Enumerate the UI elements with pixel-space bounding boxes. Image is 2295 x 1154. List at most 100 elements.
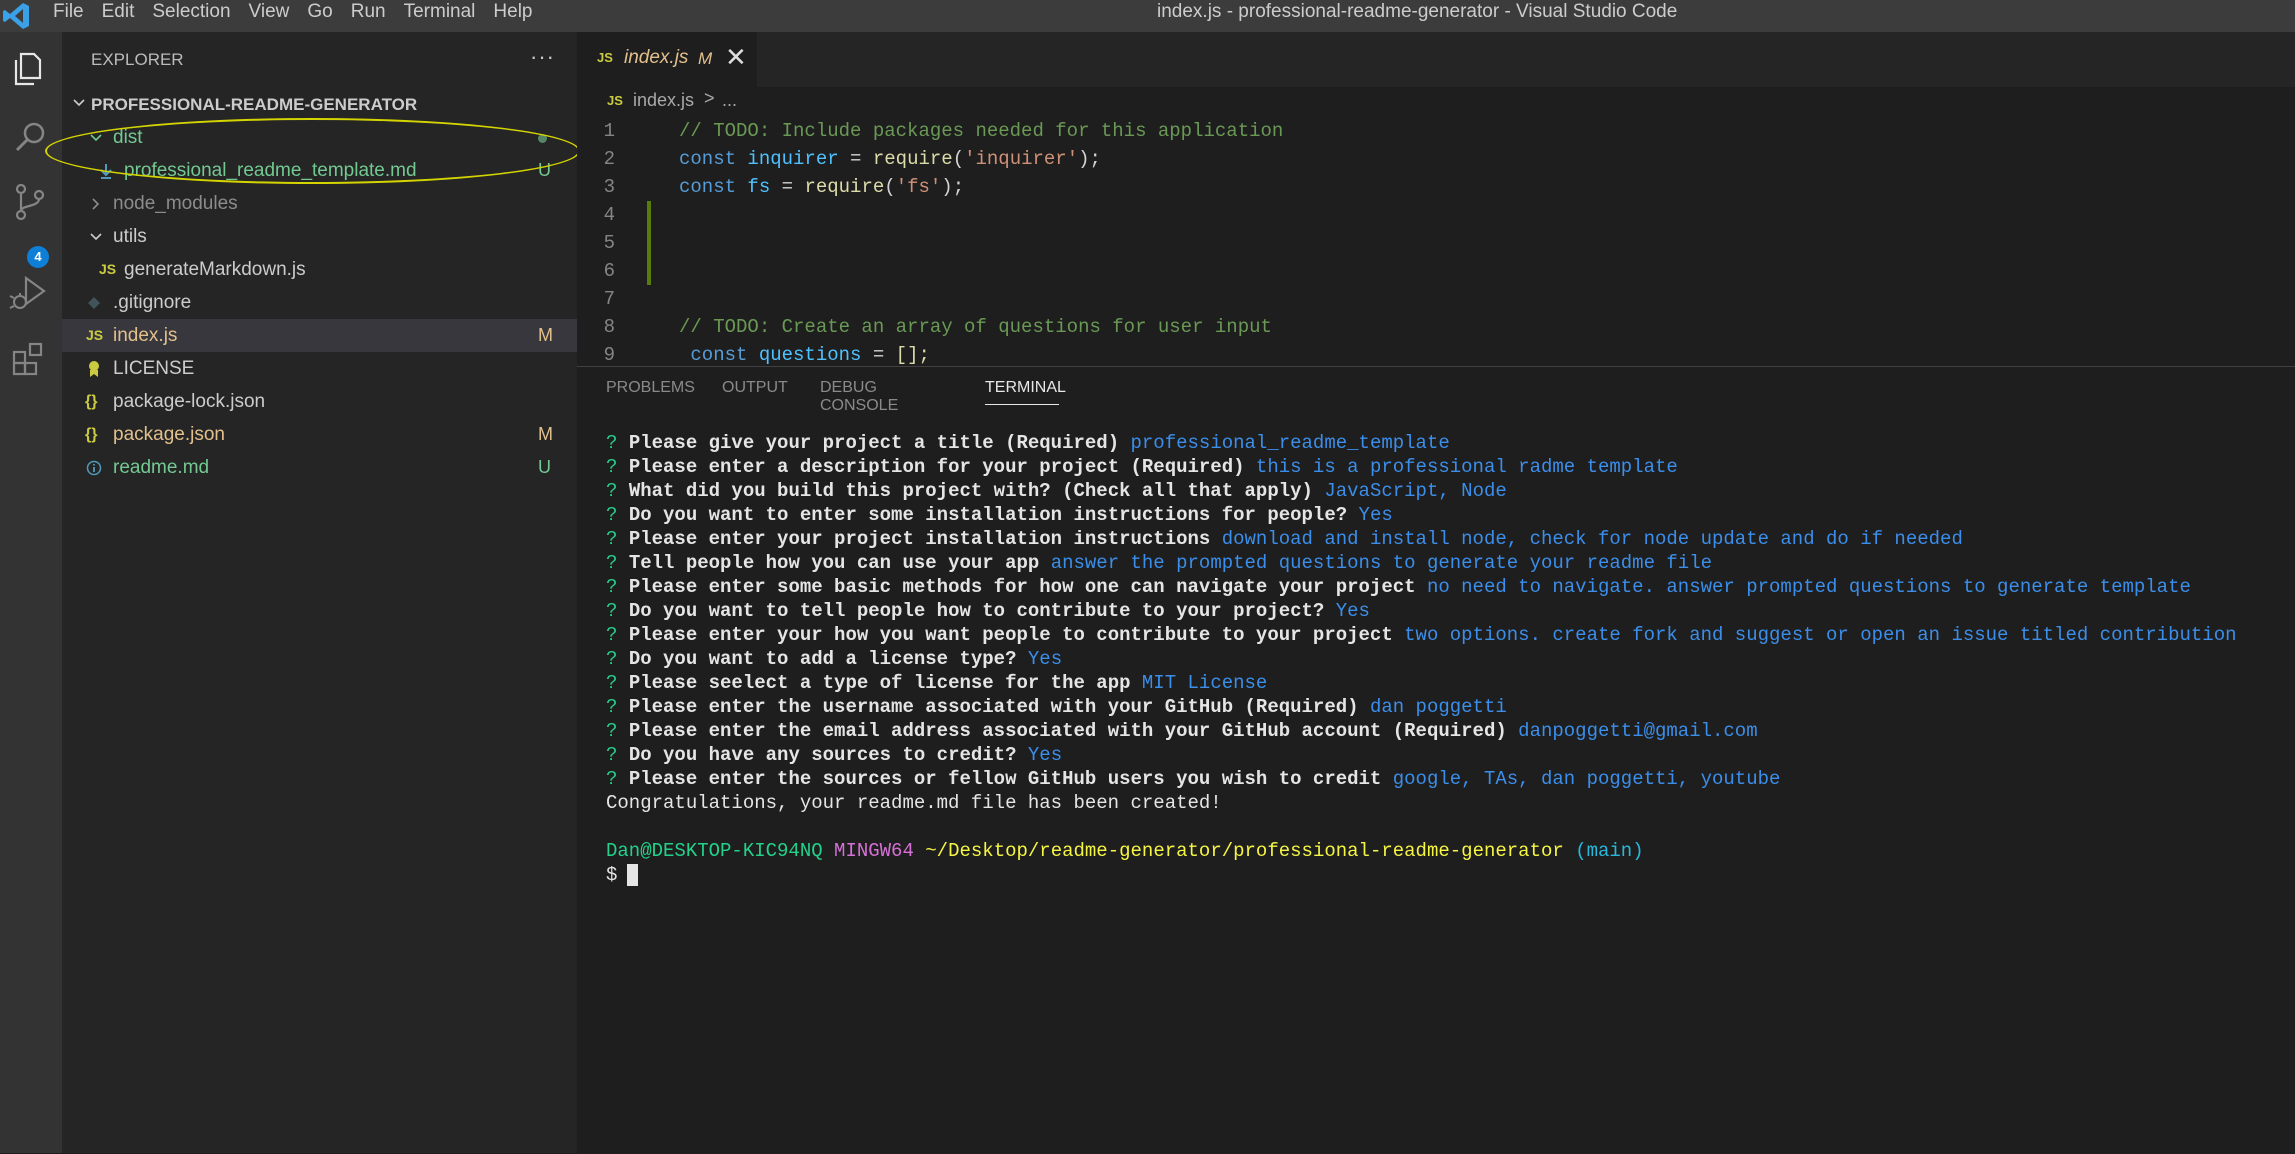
tree-item-label: node_modules	[113, 193, 238, 214]
prompt-mark: ?	[606, 480, 618, 502]
terminal-answer: no need to navigate. answer prompted que…	[1426, 576, 2191, 598]
javascript-file-icon: JS	[86, 327, 104, 343]
terminal-line: ? Please enter the username associated w…	[606, 695, 1507, 719]
line-number: 4	[603, 204, 615, 226]
tab-debug-console[interactable]: DEBUG CONSOLE	[820, 379, 898, 415]
tree-item-utils[interactable]: utils	[62, 220, 577, 253]
close-icon[interactable]: ✕	[725, 42, 747, 73]
line-number: 3	[603, 176, 615, 198]
code-function: require	[804, 176, 885, 198]
menu-file[interactable]: File	[44, 0, 93, 32]
menu-selection[interactable]: Selection	[143, 0, 239, 32]
tab-modified-indicator: M	[698, 49, 713, 68]
breadcrumb-symbols[interactable]: ...	[722, 90, 737, 111]
code-line: 2 const inquirer = require('inquirer');	[577, 145, 2295, 173]
code-text: const questions = [];	[679, 341, 929, 366]
git-file-icon	[88, 297, 100, 309]
extensions-icon[interactable]	[6, 334, 56, 384]
run-debug-icon[interactable]	[6, 268, 56, 318]
source-control-icon[interactable]	[6, 177, 56, 227]
tree-item-license[interactable]: LICENSE	[62, 352, 577, 385]
code-variable: questions	[758, 344, 862, 366]
prompt-mark: ?	[606, 432, 618, 454]
menu-view[interactable]: View	[240, 0, 299, 32]
line-number: 7	[603, 288, 615, 310]
terminal-question: Do you want to tell people how to contri…	[628, 600, 1325, 622]
code-line: 1 // TODO: Include packages needed for t…	[577, 117, 2295, 145]
code-paren: );	[941, 176, 965, 198]
code-variable: fs	[747, 176, 771, 198]
terminal-line: ? What did you build this project with? …	[606, 479, 1507, 503]
terminal-question: Please seelect a type of license for the…	[628, 672, 1131, 694]
terminal-answer: MIT License	[1141, 672, 1268, 694]
terminal-line: ? Please give your project a title (Requ…	[606, 431, 1450, 455]
menu-edit[interactable]: Edit	[93, 0, 144, 32]
tree-item-package-json[interactable]: {} package.json M	[62, 418, 577, 451]
terminal-answer: Yes	[1027, 744, 1063, 766]
tree-item-label: package-lock.json	[113, 391, 266, 412]
prompt-mark: ?	[606, 504, 618, 526]
menu-run[interactable]: Run	[342, 0, 395, 32]
code-keyword: const	[679, 148, 737, 170]
breadcrumb-file[interactable]: index.js	[633, 90, 694, 111]
json-file-icon: {}	[85, 393, 98, 410]
tab-index-js[interactable]: JS index.js M ✕	[577, 32, 757, 87]
menu-help[interactable]: Help	[484, 0, 541, 32]
terminal-answer: JavaScript, Node	[1324, 480, 1507, 502]
more-actions-icon[interactable]: ···	[530, 44, 555, 70]
terminal-input-line[interactable]: $	[606, 863, 639, 887]
menu-bar: File Edit Selection View Go Run Terminal…	[44, 0, 542, 32]
terminal-system: MINGW64	[834, 840, 914, 862]
line-number: 1	[603, 120, 615, 142]
explorer-title: EXPLORER	[91, 50, 184, 69]
terminal-answer: Yes	[1027, 648, 1063, 670]
prompt-mark: ?	[606, 528, 618, 550]
code-operator: =	[781, 176, 794, 198]
tree-item-node-modules[interactable]: node_modules	[62, 187, 577, 220]
code-line: 4	[577, 201, 2295, 229]
code-operator: =	[850, 148, 862, 170]
terminal-question: Please enter the sources or fellow GitHu…	[628, 768, 1382, 790]
tree-item-package-lock[interactable]: {} package-lock.json	[62, 385, 577, 418]
project-name: PROFESSIONAL-README-GENERATOR	[91, 95, 418, 114]
tree-item-label: .gitignore	[113, 292, 192, 313]
breadcrumb: JS index.js > ...	[577, 87, 2295, 117]
prompt-mark: ?	[606, 648, 618, 670]
terminal-answer: Yes	[1335, 600, 1370, 622]
code-line: 5	[577, 229, 2295, 257]
tree-item-readme[interactable]: readme.md U	[62, 451, 577, 484]
info-file-icon	[86, 460, 102, 476]
prompt-mark: ?	[606, 552, 618, 574]
tree-item-index-js[interactable]: JS index.js M	[62, 319, 577, 352]
tab-terminal[interactable]: TERMINAL	[985, 379, 1066, 397]
tree-item-label: readme.md	[113, 457, 210, 478]
javascript-file-icon: JS	[99, 261, 117, 277]
prompt-mark: ?	[606, 720, 618, 742]
git-status-badge: M	[538, 424, 553, 444]
line-number: 8	[603, 316, 615, 338]
project-header[interactable]: PROFESSIONAL-README-GENERATOR	[62, 90, 577, 120]
editor-area: JS index.js M ✕ JS index.js > ... 1 // T…	[577, 32, 2295, 1154]
menu-terminal[interactable]: Terminal	[395, 0, 485, 32]
menu-go[interactable]: Go	[298, 0, 341, 32]
code-paren: (	[884, 176, 896, 198]
terminal-question: Do you want to add a license type?	[628, 648, 1017, 670]
terminal-line: ? Do you want to enter some installation…	[606, 503, 1393, 527]
prompt-mark: ?	[606, 744, 618, 766]
terminal-line: ? Tell people how you can use your app a…	[606, 551, 1712, 575]
code-text: // TODO: Include packages needed for thi…	[679, 117, 1283, 145]
code-paren: (	[952, 148, 965, 170]
tab-output[interactable]: OUTPUT	[722, 379, 788, 397]
code-editor[interactable]: 1 // TODO: Include packages needed for t…	[577, 117, 2295, 366]
terminal-path: ~/Desktop/readme-generator/professional-…	[925, 840, 1564, 862]
explorer-icon[interactable]	[6, 44, 56, 94]
terminal-line: ? Do you have any sources to credit? Yes	[606, 743, 1062, 767]
tree-item-generate-markdown[interactable]: JS generateMarkdown.js	[62, 253, 577, 286]
terminal-answer: answer the prompted questions to generat…	[1050, 552, 1712, 574]
terminal-question: Tell people how you can use your app	[628, 552, 1040, 574]
tab-problems[interactable]: PROBLEMS	[606, 379, 695, 397]
prompt-mark: ?	[606, 576, 618, 598]
line-number: 6	[603, 260, 615, 282]
tree-item-gitignore[interactable]: .gitignore	[62, 286, 577, 319]
success-message: Congratulations, your readme.md file has…	[606, 792, 1222, 814]
